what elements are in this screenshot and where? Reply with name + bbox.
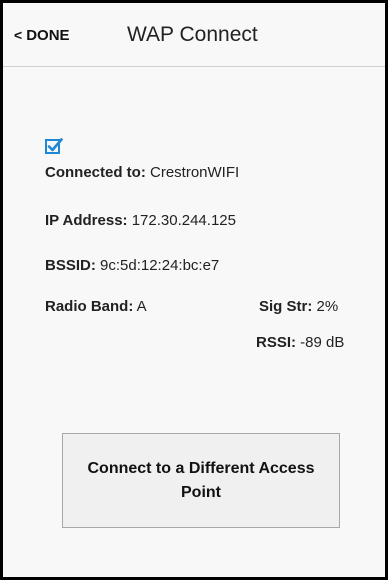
ip-address-value: 172.30.244.125 <box>127 212 236 229</box>
signal-strength-value: 2% <box>312 298 339 315</box>
radio-band-value: A <box>133 298 147 315</box>
bssid-value: 9c:5d:12:24:bc:e7 <box>95 257 220 274</box>
connected-to-value: CrestronWIFI <box>145 164 240 181</box>
connected-to-label: Connected to: <box>45 164 146 181</box>
rssi-row: RSSI: -89 dB <box>256 334 344 351</box>
ip-address-label: IP Address: <box>45 212 128 229</box>
connected-to-row: Connected to: CrestronWIFI <box>45 164 239 181</box>
ip-address-row: IP Address: 172.30.244.125 <box>45 212 236 229</box>
bssid-row: BSSID: 9c:5d:12:24:bc:e7 <box>45 257 219 274</box>
signal-strength-row: Sig Str: 2% <box>259 298 338 315</box>
app-window: < DONE WAP Connect Connected to: Crestro… <box>0 0 388 580</box>
page-title: WAP Connect <box>127 23 258 46</box>
connect-different-access-point-label: Connect to a Different Access Point <box>87 459 315 501</box>
header-bar: < DONE WAP Connect <box>3 3 385 67</box>
rssi-value: -89 dB <box>296 334 345 351</box>
chevron-left-icon: < <box>14 27 23 43</box>
signal-strength-label: Sig Str: <box>259 298 313 315</box>
bssid-label: BSSID: <box>45 257 96 274</box>
done-button[interactable]: < DONE <box>14 21 70 49</box>
rssi-label: RSSI: <box>256 334 297 351</box>
connect-different-access-point-button[interactable]: Connect to a Different Access Point <box>62 433 340 528</box>
radio-band-label: Radio Band: <box>45 298 134 315</box>
radio-band-row: Radio Band: A <box>45 298 147 315</box>
connected-checkbox-icon[interactable] <box>45 137 63 155</box>
done-label: DONE <box>26 26 70 44</box>
